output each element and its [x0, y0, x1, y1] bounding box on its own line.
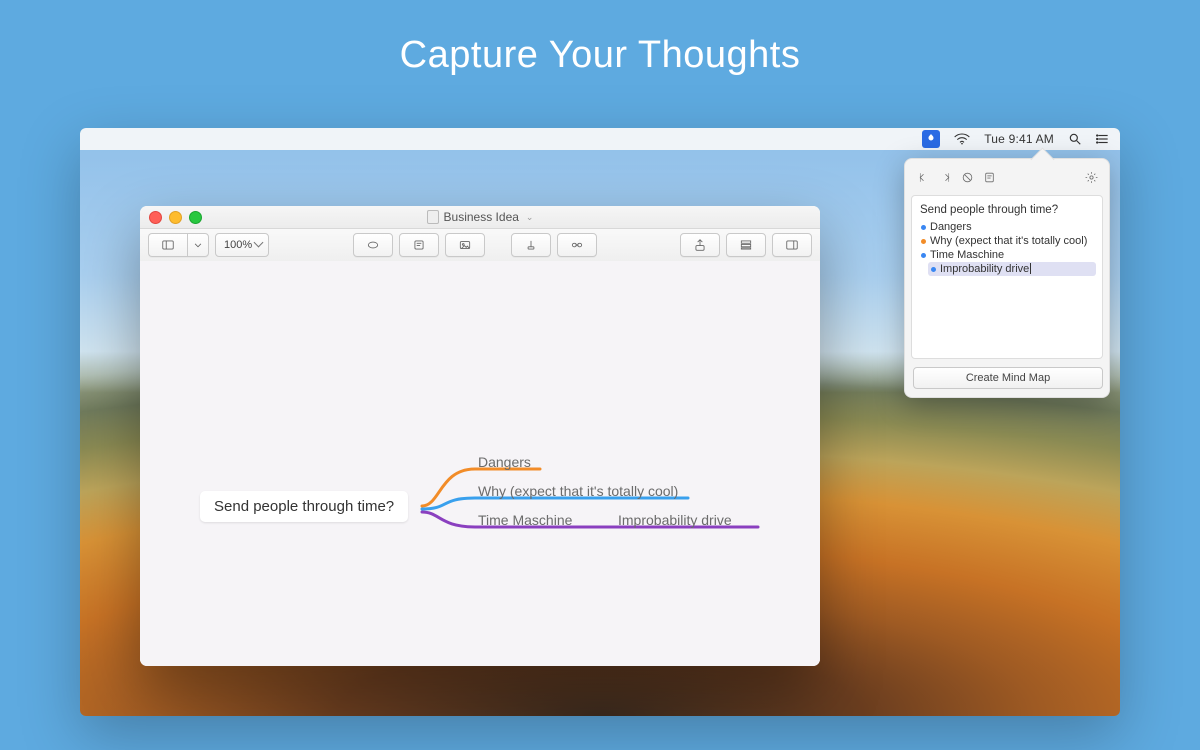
- outline-item-selected[interactable]: Improbability drive: [928, 262, 1096, 276]
- quick-entry-popover: Send people through time? Dangers Why (e…: [904, 158, 1110, 398]
- mindmap-node-time-machine[interactable]: Time Maschine: [478, 512, 572, 528]
- outline-item[interactable]: Time Maschine: [918, 248, 1096, 262]
- outline-toggle-button[interactable]: [726, 233, 766, 257]
- text-cursor: [1030, 263, 1031, 274]
- app-window: Business Idea ⌄ 100%: [140, 206, 820, 666]
- mindmap-node-why[interactable]: Why (expect that it's totally cool): [478, 483, 678, 499]
- create-mind-map-button[interactable]: Create Mind Map: [913, 367, 1103, 389]
- hero-title: Capture Your Thoughts: [0, 0, 1200, 77]
- share-button[interactable]: [680, 233, 720, 257]
- outline-item[interactable]: Dangers: [918, 220, 1096, 234]
- link-button[interactable]: [557, 233, 597, 257]
- gear-icon[interactable]: [1081, 167, 1101, 187]
- popover-toolbar: [905, 159, 1109, 195]
- clear-icon[interactable]: [957, 167, 977, 187]
- window-titlebar[interactable]: Business Idea ⌄: [140, 206, 820, 229]
- menubar-clock[interactable]: Tue 9:41 AM: [984, 132, 1054, 146]
- indent-icon[interactable]: [935, 167, 955, 187]
- chevron-down-icon[interactable]: ⌄: [526, 212, 534, 223]
- add-note-button[interactable]: [399, 233, 439, 257]
- minimize-button[interactable]: [169, 211, 182, 224]
- mindmap-node-dangers[interactable]: Dangers: [478, 454, 531, 470]
- window-title: Business Idea ⌄: [427, 210, 534, 224]
- app-toolbar: 100%: [140, 229, 820, 262]
- menubar-app-icon[interactable]: [922, 130, 940, 148]
- document-icon: [427, 210, 439, 224]
- mindmap-canvas[interactable]: Send people through time? Dangers Why (e…: [140, 261, 820, 666]
- inspector-toggle-button[interactable]: [772, 233, 812, 257]
- sidebar-dropdown-button[interactable]: [187, 233, 209, 257]
- window-title-text: Business Idea: [444, 210, 519, 224]
- macos-menubar: Tue 9:41 AM: [80, 128, 1120, 150]
- close-button[interactable]: [149, 211, 162, 224]
- zoom-select[interactable]: 100%: [215, 233, 269, 257]
- outline-item[interactable]: Why (expect that it's totally cool): [918, 234, 1096, 248]
- add-node-button[interactable]: [353, 233, 393, 257]
- zoom-button[interactable]: [189, 211, 202, 224]
- sidebar-toggle-button[interactable]: [148, 233, 187, 257]
- notification-center-icon[interactable]: [1096, 132, 1110, 146]
- spotlight-search-icon[interactable]: [1068, 132, 1082, 146]
- mindmap-node-improbability[interactable]: Improbability drive: [618, 512, 732, 528]
- popover-outline[interactable]: Send people through time? Dangers Why (e…: [911, 195, 1103, 359]
- desktop-stage: Tue 9:41 AM Business Idea ⌄: [80, 128, 1120, 716]
- notes-icon[interactable]: [979, 167, 999, 187]
- wifi-icon[interactable]: [954, 133, 970, 145]
- outdent-icon[interactable]: [913, 167, 933, 187]
- attach-button[interactable]: [511, 233, 551, 257]
- mindmap-root-node[interactable]: Send people through time?: [200, 491, 408, 522]
- outline-root[interactable]: Send people through time?: [918, 202, 1096, 220]
- add-image-button[interactable]: [445, 233, 485, 257]
- window-traffic-lights: [149, 211, 202, 224]
